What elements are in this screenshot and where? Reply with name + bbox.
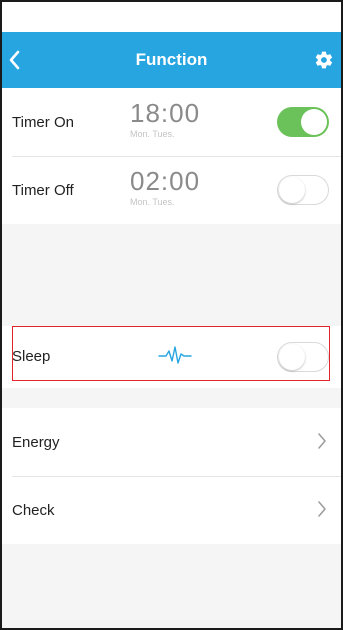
sleep-label: Sleep bbox=[12, 348, 51, 365]
toggle-knob bbox=[301, 109, 327, 135]
sleep-row[interactable]: Sleep bbox=[2, 326, 341, 388]
timer-off-row[interactable]: Timer Off 02:00 Mon. Tues. bbox=[2, 156, 341, 224]
back-button[interactable] bbox=[8, 46, 32, 74]
check-label: Check bbox=[12, 501, 55, 519]
timer-off-days: Mon. Tues. bbox=[130, 197, 175, 207]
chevron-right-icon bbox=[318, 501, 326, 517]
app-header: Function bbox=[2, 32, 341, 88]
sleep-pulse-icon bbox=[158, 346, 192, 364]
settings-button[interactable] bbox=[313, 49, 335, 71]
row-divider bbox=[12, 156, 341, 157]
app-frame: Function Timer On 18:00 Mon. Tues. Timer… bbox=[0, 0, 343, 630]
timer-off-label: Timer Off bbox=[12, 181, 74, 199]
row-divider bbox=[12, 476, 341, 477]
gear-icon bbox=[315, 51, 333, 69]
timer-on-toggle[interactable] bbox=[277, 107, 329, 137]
timer-on-days: Mon. Tues. bbox=[130, 129, 175, 139]
timer-on-label: Timer On bbox=[12, 113, 74, 131]
sleep-section: Sleep bbox=[2, 326, 341, 388]
toggle-knob bbox=[279, 177, 305, 203]
page-title: Function bbox=[135, 50, 208, 69]
sleep-toggle[interactable] bbox=[277, 342, 329, 372]
timer-on-time[interactable]: 18:00 Mon. Tues. bbox=[130, 98, 200, 139]
toggle-knob bbox=[279, 344, 305, 370]
check-row[interactable]: Check bbox=[2, 476, 341, 544]
timer-off-time-value: 02:00 bbox=[130, 166, 201, 196]
chevron-right-icon bbox=[318, 433, 326, 449]
menu-section: Energy Check bbox=[2, 408, 341, 544]
energy-row[interactable]: Energy bbox=[2, 408, 341, 476]
energy-label: Energy bbox=[12, 433, 60, 451]
timer-off-toggle[interactable] bbox=[277, 175, 329, 205]
timer-on-time-value: 18:00 bbox=[130, 98, 201, 128]
chevron-left-icon bbox=[9, 50, 20, 70]
timer-section: Timer On 18:00 Mon. Tues. Timer Off 02:0… bbox=[2, 88, 341, 224]
timer-on-row[interactable]: Timer On 18:00 Mon. Tues. bbox=[2, 88, 341, 156]
timer-off-time[interactable]: 02:00 Mon. Tues. bbox=[130, 166, 200, 207]
status-bar-area bbox=[2, 2, 341, 32]
